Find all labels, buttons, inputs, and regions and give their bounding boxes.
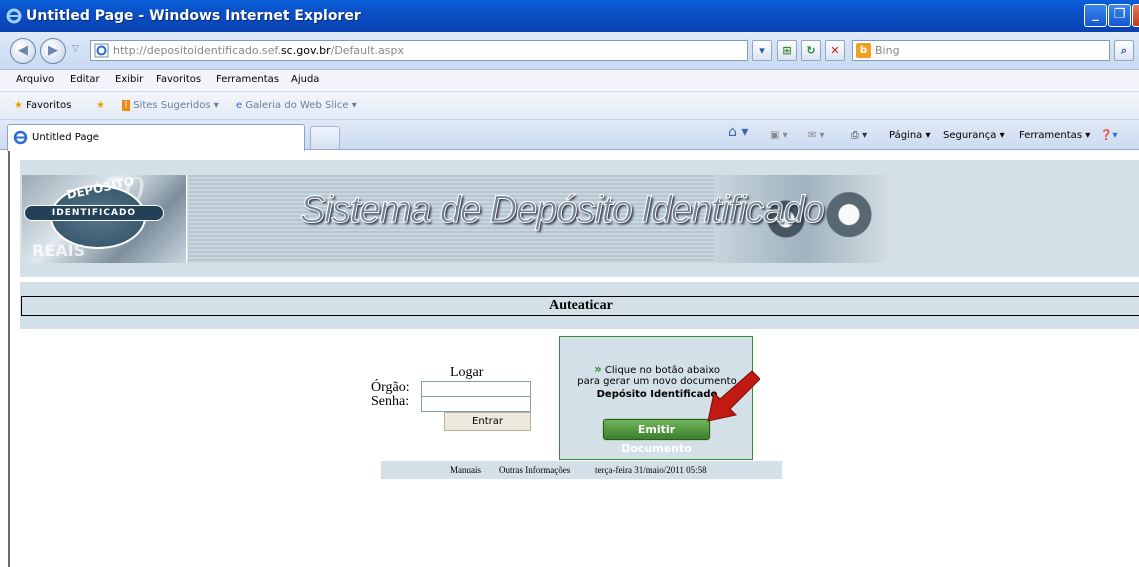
search-button[interactable]: ⌕ bbox=[1114, 40, 1134, 61]
auth-heading: Auteaticar bbox=[21, 296, 1139, 316]
senha-label: Senha: bbox=[371, 394, 410, 409]
menu-arquivo[interactable]: Arquivo bbox=[16, 74, 54, 85]
suggested-sites-button[interactable]: ! Sites Sugeridos ▾ bbox=[122, 100, 219, 111]
footer-datetime: terça-feira 31/maio/2011 05:58 bbox=[595, 465, 707, 475]
stop-icon[interactable]: ✕ bbox=[825, 40, 845, 61]
manuais-link[interactable]: Manuais bbox=[450, 461, 481, 479]
address-bar-row: ◀ ▶ ▽ http://depositoidentificado.sef.sc… bbox=[0, 32, 1139, 70]
ie-logo-icon bbox=[6, 8, 22, 24]
url-domain: sc.gov.br bbox=[280, 44, 331, 57]
print-icon[interactable]: ⎙ ▾ bbox=[851, 130, 867, 141]
menu-ferramentas[interactable]: Ferramentas bbox=[216, 74, 279, 85]
ie-page-icon: e bbox=[236, 100, 243, 111]
favorites-bar: ★ Favoritos ★ ! Sites Sugeridos ▾ e Gale… bbox=[0, 92, 1139, 120]
suggested-sites-icon: ! bbox=[122, 100, 131, 111]
refresh-icon[interactable]: ↻ bbox=[801, 40, 821, 61]
restore-button[interactable]: ❐ bbox=[1108, 4, 1131, 27]
banner-title: Sistema de Depósito Identificado bbox=[300, 189, 826, 232]
red-arrow-icon bbox=[707, 370, 760, 422]
emitir-documento-button[interactable]: Emitir Documento bbox=[603, 419, 710, 455]
feeds-icon[interactable]: ▣ ▾ bbox=[770, 130, 788, 141]
menu-bar: Arquivo Editar Exibir Favoritos Ferramen… bbox=[0, 70, 1139, 92]
mail-icon[interactable]: ✉ ▾ bbox=[808, 130, 825, 141]
help-icon[interactable]: ❓▾ bbox=[1100, 130, 1117, 141]
back-button[interactable]: ◀ bbox=[10, 38, 36, 64]
title-bar: Untitled Page - Windows Internet Explore… bbox=[0, 0, 1139, 32]
logo-reais-text: REAIS bbox=[32, 241, 86, 260]
history-dropdown-icon[interactable]: ▽ bbox=[72, 44, 79, 54]
url-prefix: http://depositoidentificado.sef. bbox=[113, 44, 281, 57]
tab-label: Untitled Page bbox=[32, 132, 99, 143]
senha-input[interactable] bbox=[421, 396, 531, 412]
search-input[interactable]: b Bing bbox=[852, 40, 1110, 61]
page-menu[interactable]: Página ▾ bbox=[889, 130, 931, 141]
url-input[interactable]: http://depositoidentificado.sef.sc.gov.b… bbox=[90, 40, 748, 61]
minimize-button[interactable]: _ bbox=[1084, 4, 1107, 27]
page-icon bbox=[94, 43, 109, 58]
orgao-input[interactable] bbox=[421, 381, 531, 397]
bing-icon: b bbox=[856, 43, 871, 58]
security-menu[interactable]: Segurança ▾ bbox=[943, 130, 1005, 141]
web-slice-button[interactable]: e Galeria do Web Slice ▾ bbox=[236, 100, 357, 111]
entrar-button[interactable]: Entrar bbox=[444, 412, 531, 431]
chevron-right-icon: » bbox=[593, 362, 602, 376]
url-suffix: /Default.aspx bbox=[330, 44, 404, 57]
star-icon: ★ bbox=[14, 100, 23, 111]
menu-editar[interactable]: Editar bbox=[70, 74, 100, 85]
new-tab-button[interactable] bbox=[310, 126, 340, 149]
compatibility-view-icon[interactable]: ⊞ bbox=[777, 40, 797, 61]
footer-bar: Manuais Outras Informações terça-feira 3… bbox=[381, 461, 782, 479]
logo-ribbon: IDENTIFICADO bbox=[24, 205, 164, 221]
banner-logo: 50 DEPÓSITO IDENTIFICADO REAIS bbox=[22, 171, 187, 263]
menu-ajuda[interactable]: Ajuda bbox=[291, 74, 319, 85]
search-placeholder: Bing bbox=[875, 44, 900, 57]
menu-exibir[interactable]: Exibir bbox=[115, 74, 143, 85]
close-button[interactable] bbox=[1132, 4, 1139, 27]
home-icon[interactable]: ⌂ ▾ bbox=[728, 124, 748, 140]
url-dropdown-button[interactable]: ▾ bbox=[752, 40, 772, 61]
tab-untitled-page[interactable]: Untitled Page bbox=[7, 124, 305, 151]
page-content: 50 DEPÓSITO IDENTIFICADO REAIS Sistema d… bbox=[8, 151, 1139, 567]
ie-logo-icon bbox=[13, 130, 28, 145]
forward-button[interactable]: ▶ bbox=[40, 38, 66, 64]
browser-window: Untitled Page - Windows Internet Explore… bbox=[0, 0, 1139, 567]
tools-menu[interactable]: Ferramentas ▾ bbox=[1019, 130, 1090, 141]
menu-favoritos[interactable]: Favoritos bbox=[156, 74, 201, 85]
login-title: Logar bbox=[450, 365, 484, 380]
window-title: Untitled Page - Windows Internet Explore… bbox=[26, 8, 361, 24]
add-favorite-icon[interactable]: ★ bbox=[96, 100, 105, 111]
favorites-button[interactable]: ★ Favoritos bbox=[14, 100, 71, 111]
outras-informacoes-link[interactable]: Outras Informações bbox=[499, 461, 570, 479]
